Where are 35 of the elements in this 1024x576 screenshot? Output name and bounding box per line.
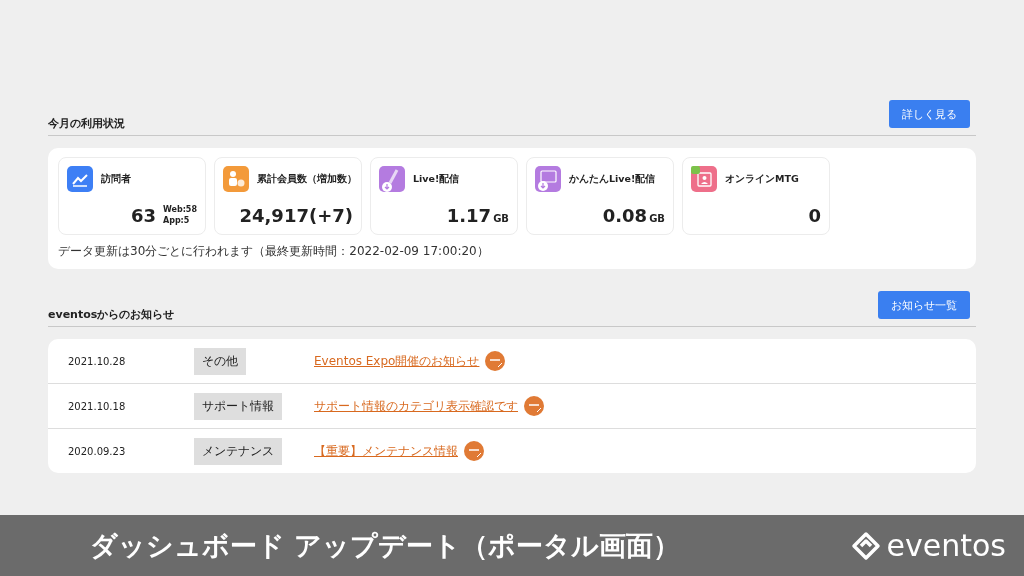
stat-breakdown: App:5 bbox=[162, 215, 191, 226]
stat-label: かんたんLive!配信 bbox=[569, 172, 656, 186]
stat-breakdown: Web:58 bbox=[162, 205, 197, 216]
category-tag: その他 bbox=[194, 347, 246, 375]
category-tag: メンテナンス bbox=[194, 437, 282, 465]
logo-text: eventos bbox=[886, 528, 1006, 563]
stat-value: 24,917(+7) bbox=[239, 205, 353, 226]
news-link[interactable]: サポート情報のカテゴリ表示確認です bbox=[314, 397, 518, 415]
browser-download-icon bbox=[535, 166, 561, 192]
news-link[interactable]: 【重要】メンテナンス情報 bbox=[314, 442, 458, 460]
video-meeting-icon bbox=[691, 166, 717, 192]
logo-mark-icon bbox=[850, 530, 881, 561]
stat-label: 訪問者 bbox=[101, 172, 131, 186]
section-title: 今月の利用状況 bbox=[48, 116, 125, 131]
news-date: 2021.10.28 bbox=[68, 355, 127, 367]
details-button[interactable]: 詳しく見る bbox=[889, 100, 970, 128]
news-date: 2021.10.18 bbox=[68, 400, 127, 412]
section-title: eventosからのお知らせ bbox=[48, 307, 175, 322]
update-note: データ更新は30分ごとに行われます（最終更新時間：2022-02-09 17:00:20） bbox=[58, 243, 490, 260]
stat-unit: GB bbox=[493, 213, 509, 224]
stat-value: 0.08 bbox=[602, 205, 648, 226]
stat-label: Live!配信 bbox=[413, 172, 460, 186]
banner-title: ダッシュボード アップデート（ポータル画面） bbox=[90, 528, 681, 563]
stat-value: 1.17 bbox=[446, 205, 492, 226]
news-list-button[interactable]: お知らせ一覧 bbox=[878, 291, 970, 319]
news-date: 2020.09.23 bbox=[68, 445, 127, 457]
line-chart-icon bbox=[67, 166, 93, 192]
person-check-icon bbox=[223, 166, 249, 192]
stat-unit: GB bbox=[649, 213, 665, 224]
stat-value: 63 bbox=[130, 205, 156, 226]
category-tag: サポート情報 bbox=[194, 392, 282, 420]
stat-label: オンラインMTG bbox=[725, 172, 799, 186]
stat-label: 累計会員数（増加数） bbox=[257, 172, 357, 186]
stat-value: 0 bbox=[808, 205, 821, 226]
news-link[interactable]: Eventos Expo開催のお知らせ bbox=[314, 352, 480, 370]
